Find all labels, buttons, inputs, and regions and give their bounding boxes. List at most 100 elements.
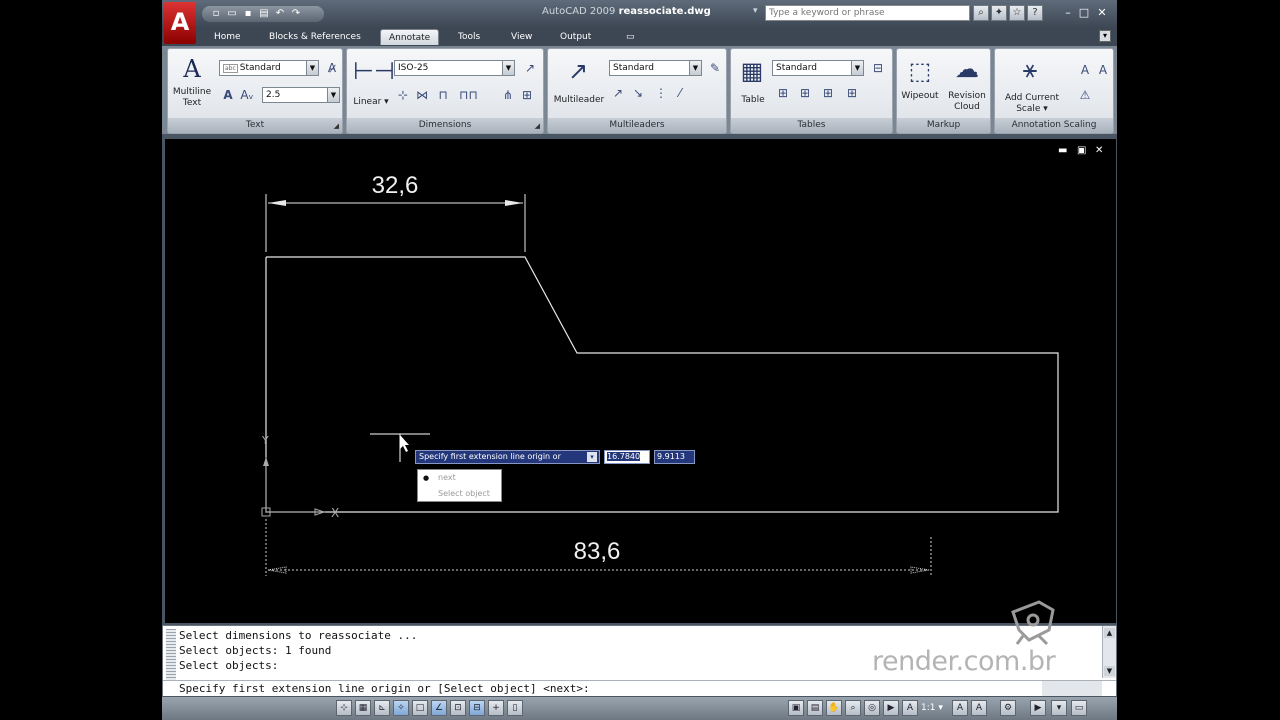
- chevron-down-icon[interactable]: ▼: [327, 88, 339, 102]
- remove-leader-icon[interactable]: ↘: [630, 85, 646, 101]
- multileader-icon[interactable]: ↗: [563, 57, 593, 85]
- annotative-scale-icon[interactable]: A: [1077, 62, 1093, 78]
- zoom-icon[interactable]: ⌕: [845, 700, 861, 716]
- print-icon[interactable]: ▤: [258, 7, 270, 20]
- tab-tools[interactable]: Tools: [450, 29, 488, 45]
- part-outline[interactable]: [265, 256, 1059, 513]
- table-label[interactable]: Table: [733, 95, 773, 106]
- scroll-up-icon[interactable]: ▲: [1104, 628, 1115, 638]
- drawing-canvas[interactable]: 32,6 83,6 Y X ▬ ▣ ✕ Specify first extens…: [165, 139, 1116, 623]
- chevron-down-icon[interactable]: ▼: [689, 61, 701, 75]
- save-icon[interactable]: ▪: [242, 7, 254, 20]
- object-snap-icon[interactable]: □: [412, 700, 428, 716]
- maximize-icon[interactable]: □: [1076, 6, 1092, 19]
- ribbon-toggle-icon[interactable]: ▭: [618, 29, 643, 45]
- search-icon[interactable]: ⌕: [973, 5, 989, 21]
- table-cell-icon[interactable]: ⊞: [775, 85, 791, 101]
- open-file-icon[interactable]: ▭: [226, 7, 238, 20]
- table-icon[interactable]: ▦: [737, 57, 767, 85]
- communication-center-icon[interactable]: ✦: [991, 5, 1007, 21]
- linear-dimension-icon[interactable]: ⊢⊣: [353, 57, 395, 85]
- dim-top-text[interactable]: 32,6: [372, 172, 419, 199]
- grid-display-icon[interactable]: ▦: [355, 700, 371, 716]
- workspace-switch-icon[interactable]: ⚙: [1000, 700, 1016, 716]
- multileader-style-manager-icon[interactable]: ✎: [707, 60, 723, 76]
- table-upload-icon[interactable]: ⊞: [844, 85, 860, 101]
- showmotion-icon[interactable]: ▶: [883, 700, 899, 716]
- scale-text-icon[interactable]: Aᵥ: [239, 87, 255, 103]
- auto-scale-icon[interactable]: A: [971, 700, 987, 716]
- redo-icon[interactable]: ↷: [290, 7, 302, 20]
- search-input[interactable]: [765, 5, 970, 21]
- snap-mode-icon[interactable]: ⊹: [336, 700, 352, 716]
- add-current-scale-label[interactable]: Add Current Scale ▾: [997, 93, 1067, 115]
- title-dropdown-icon[interactable]: ▾: [753, 6, 758, 16]
- dynamic-input-icon[interactable]: ⊟: [469, 700, 485, 716]
- chevron-down-icon[interactable]: ▼: [851, 61, 863, 75]
- chevron-down-icon[interactable]: ▼: [306, 61, 318, 75]
- option-next[interactable]: next: [418, 470, 501, 486]
- dialog-launcher-icon[interactable]: ◢: [334, 122, 339, 130]
- table-style-select[interactable]: Standard ▼: [772, 60, 864, 76]
- dim-baseline-icon[interactable]: ⊹: [395, 87, 411, 103]
- status-menu-icon[interactable]: ▾: [1051, 700, 1067, 716]
- help-icon[interactable]: ?: [1027, 5, 1043, 21]
- annotation-visibility-icon[interactable]: A: [952, 700, 968, 716]
- ortho-mode-icon[interactable]: ⊾: [374, 700, 390, 716]
- drawing-restore-icon[interactable]: ▣: [1077, 145, 1086, 156]
- minimize-icon[interactable]: –: [1060, 6, 1076, 19]
- chevron-down-icon[interactable]: ▼: [502, 61, 514, 75]
- multileader-style-select[interactable]: Standard ▼: [609, 60, 702, 76]
- dialog-launcher-icon[interactable]: ◢: [535, 122, 540, 130]
- tab-home[interactable]: Home: [206, 29, 249, 45]
- dynamic-input-options-icon[interactable]: ▾: [587, 452, 597, 462]
- table-style-manager-icon[interactable]: ⊟: [870, 60, 886, 76]
- table-link-icon[interactable]: ⊞: [797, 85, 813, 101]
- revision-cloud-icon[interactable]: ☁: [952, 55, 982, 83]
- text-style-select[interactable]: abc Standard ▼: [219, 60, 319, 76]
- multiline-text-label[interactable]: Multiline Text: [170, 87, 214, 109]
- new-file-icon[interactable]: ▫: [210, 7, 222, 20]
- add-current-scale-icon[interactable]: ⚹: [1015, 55, 1045, 83]
- command-prompt[interactable]: Specify first extension line origin or […: [179, 682, 590, 695]
- wipeout-icon[interactable]: ⬚: [905, 57, 935, 85]
- tab-blocks-references[interactable]: Blocks & References: [261, 29, 369, 45]
- dimension-style-manager-icon[interactable]: ↗: [522, 60, 538, 76]
- quick-properties-icon[interactable]: ▯: [507, 700, 523, 716]
- collect-multileaders-icon[interactable]: ⁄: [672, 85, 688, 101]
- add-leader-icon[interactable]: ↗: [610, 85, 626, 101]
- check-spelling-icon[interactable]: A̷: [324, 60, 340, 76]
- dynamic-input-y-field[interactable]: 9.9113: [654, 450, 695, 464]
- model-space-icon[interactable]: ▣: [788, 700, 804, 716]
- dimension-style-select[interactable]: ISO-25 ▼: [394, 60, 515, 76]
- dim-update-icon[interactable]: ⊞: [519, 87, 535, 103]
- undo-icon[interactable]: ↶: [274, 7, 286, 20]
- lineweight-icon[interactable]: +: [488, 700, 504, 716]
- clean-screen-icon[interactable]: ▭: [1071, 700, 1087, 716]
- dynamic-ucs-icon[interactable]: ⊡: [450, 700, 466, 716]
- dim-space-icon[interactable]: ⊓⊓: [459, 87, 478, 103]
- favorites-icon[interactable]: ☆: [1009, 5, 1025, 21]
- steering-wheel-icon[interactable]: ◎: [864, 700, 880, 716]
- toolbar-lock-icon[interactable]: ▶: [1030, 700, 1046, 716]
- sync-scale-icon[interactable]: ⚠: [1077, 87, 1093, 103]
- annotation-scale-value[interactable]: 1:1 ▾: [921, 703, 943, 713]
- align-multileaders-icon[interactable]: ⋮: [653, 85, 669, 101]
- drawing-minimize-icon[interactable]: ▬: [1058, 145, 1067, 156]
- tab-annotate[interactable]: Annotate: [380, 29, 440, 45]
- revision-cloud-label[interactable]: Revision Cloud: [944, 91, 990, 113]
- text-height-select[interactable]: 2.5 ▼: [262, 87, 340, 103]
- tab-view[interactable]: View: [503, 29, 540, 45]
- object-snap-tracking-icon[interactable]: ∠: [431, 700, 447, 716]
- tab-output[interactable]: Output: [552, 29, 599, 45]
- pan-icon[interactable]: ✋: [826, 700, 842, 716]
- ribbon-options-icon[interactable]: ▾: [1099, 30, 1111, 42]
- scroll-down-icon[interactable]: ▼: [1104, 666, 1115, 676]
- close-icon[interactable]: ✕: [1094, 6, 1110, 19]
- linear-dimension-label[interactable]: Linear ▾: [349, 97, 393, 108]
- annotative-scale-edit-icon[interactable]: A: [1095, 62, 1111, 78]
- application-menu-button[interactable]: A: [164, 2, 196, 44]
- command-line-hscrollbar[interactable]: [1042, 681, 1102, 696]
- wipeout-label[interactable]: Wipeout: [899, 91, 941, 102]
- text-size-icon[interactable]: A: [220, 87, 236, 103]
